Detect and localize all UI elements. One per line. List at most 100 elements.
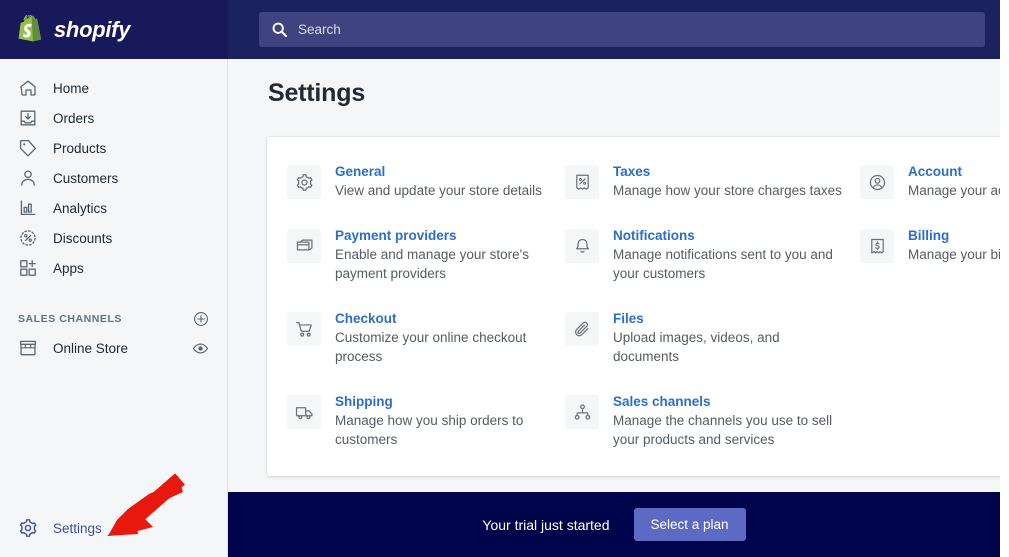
settings-item-desc: Manage how your store charges taxes xyxy=(613,183,842,198)
orders-inbox-icon xyxy=(20,110,36,126)
sidebar-item-settings[interactable]: Settings xyxy=(0,513,102,543)
settings-item-title[interactable]: Checkout xyxy=(335,311,551,326)
tag-icon xyxy=(19,139,37,157)
settings-item-body: Files Upload images, videos, and documen… xyxy=(613,311,846,366)
settings-item-body: Checkout Customize your online checkout … xyxy=(335,311,551,366)
sidebar-item-label: Analytics xyxy=(53,200,108,216)
sidebar-item-products[interactable]: Products xyxy=(0,133,227,163)
settings-item-desc: Manage how you ship orders to customers xyxy=(335,413,524,447)
icon-container xyxy=(565,312,599,346)
settings-item-body: Notifications Manage notifications sent … xyxy=(613,228,846,283)
shopify-wordmark: shopify xyxy=(54,16,131,42)
settings-item-files[interactable]: Files Upload images, videos, and documen… xyxy=(565,311,860,394)
tax-receipt-icon xyxy=(575,174,589,190)
gear-icon xyxy=(296,173,313,191)
settings-item-title[interactable]: Billing xyxy=(908,228,1000,243)
sidebar-item-analytics[interactable]: Analytics xyxy=(0,193,227,223)
settings-item-taxes[interactable]: Taxes Manage how your store charges taxe… xyxy=(565,164,860,228)
sidebar-item-label: Orders xyxy=(53,110,95,126)
storefront-icon xyxy=(19,340,37,356)
main-content: Settings General View and update your st… xyxy=(228,59,1000,492)
page-title: Settings xyxy=(268,79,366,107)
settings-item-general[interactable]: General View and update your store detai… xyxy=(287,164,565,228)
settings-item-title[interactable]: Account xyxy=(908,164,1000,179)
icon-container xyxy=(287,165,321,199)
settings-item-billing[interactable]: Billing Manage your billing information … xyxy=(860,228,1000,292)
icon-container xyxy=(287,312,321,346)
shopify-admin-window: shopify Search Home Orders Products Cust… xyxy=(0,0,1009,557)
settings-item-title[interactable]: General xyxy=(335,164,542,179)
settings-item-sales-channels[interactable]: Sales channels Manage the channels you u… xyxy=(565,394,860,476)
trial-banner: Your trial just started Select a plan xyxy=(228,492,1000,557)
settings-item-desc: Enable and manage your store's payment p… xyxy=(335,247,529,281)
shopping-cart-icon xyxy=(295,321,312,337)
settings-item-title[interactable]: Payment providers xyxy=(335,228,551,243)
settings-item-body: General View and update your store detai… xyxy=(335,164,542,200)
trial-message: Your trial just started xyxy=(482,516,610,533)
sales-channels-header: SALES CHANNELS xyxy=(0,305,227,333)
settings-item-title[interactable]: Files xyxy=(613,311,846,326)
gear-icon xyxy=(19,519,37,537)
settings-item-desc: Manage your account and permissions xyxy=(908,183,1000,198)
settings-item-desc: Manage notifications sent to you and you… xyxy=(613,247,833,281)
settings-item-title[interactable]: Taxes xyxy=(613,164,842,179)
home-icon xyxy=(20,80,36,96)
sidebar-item-label: Apps xyxy=(53,260,84,276)
settings-item-shipping[interactable]: Shipping Manage how you ship orders to c… xyxy=(287,394,565,476)
settings-item-checkout[interactable]: Checkout Customize your online checkout … xyxy=(287,311,565,394)
settings-item-body: Billing Manage your billing information … xyxy=(908,228,1000,264)
sidebar-item-label: Home xyxy=(53,80,90,96)
sidebar-item-apps[interactable]: Apps xyxy=(0,253,227,283)
top-bar: shopify Search xyxy=(0,0,1000,59)
apps-grid-plus-icon xyxy=(20,259,36,276)
sidebar-item-label: Discounts xyxy=(53,230,113,246)
bell-icon xyxy=(575,238,589,253)
settings-item-body: Payment providers Enable and manage your… xyxy=(335,228,551,283)
sidebar-item-orders[interactable]: Orders xyxy=(0,103,227,133)
settings-item-desc: Manage the channels you use to sell your… xyxy=(613,413,833,447)
settings-item-title[interactable]: Shipping xyxy=(335,394,551,409)
shopify-bag-icon xyxy=(18,15,42,42)
settings-item-desc: Customize your online checkout process xyxy=(335,330,527,364)
sidebar-item-label: Customers xyxy=(53,170,119,186)
settings-item-title[interactable]: Notifications xyxy=(613,228,846,243)
select-a-plan-button[interactable]: Select a plan xyxy=(633,508,746,541)
settings-item-desc: Upload images, videos, and documents xyxy=(613,330,780,364)
settings-card: General View and update your store detai… xyxy=(267,137,1000,476)
search-area: Search xyxy=(228,0,1000,59)
sidebar-nav: Home Orders Products Customers Analytics… xyxy=(0,59,227,283)
icon-container xyxy=(565,395,599,429)
sidebar: Home Orders Products Customers Analytics… xyxy=(0,59,228,557)
sales-channels-title: SALES CHANNELS xyxy=(18,313,122,325)
icon-container xyxy=(565,229,599,263)
credit-card-icon xyxy=(296,239,313,251)
plus-circle-icon[interactable] xyxy=(193,311,209,327)
settings-grid: General View and update your store detai… xyxy=(267,164,1000,476)
settings-item-payment-providers[interactable]: Payment providers Enable and manage your… xyxy=(287,228,565,311)
settings-item-account[interactable]: Account Manage your account and permissi… xyxy=(860,164,1000,228)
account-circle-icon xyxy=(869,174,885,190)
sidebar-item-online-store[interactable]: Online Store xyxy=(0,333,227,363)
icon-container xyxy=(287,395,321,429)
settings-item-body: Sales channels Manage the channels you u… xyxy=(613,394,846,449)
sidebar-item-home[interactable]: Home xyxy=(0,73,227,103)
sidebar-item-label: Online Store xyxy=(53,340,129,356)
person-icon xyxy=(21,170,35,186)
icon-container xyxy=(860,229,894,263)
search-input[interactable]: Search xyxy=(259,12,985,47)
sidebar-item-customers[interactable]: Customers xyxy=(0,163,227,193)
sidebar-item-label: Settings xyxy=(53,520,102,536)
icon-container xyxy=(287,229,321,263)
settings-item-notifications[interactable]: Notifications Manage notifications sent … xyxy=(565,228,860,311)
search-icon xyxy=(272,22,287,37)
icon-container xyxy=(860,165,894,199)
search-placeholder: Search xyxy=(298,22,341,37)
settings-item-title[interactable]: Sales channels xyxy=(613,394,846,409)
paperclip-icon xyxy=(574,321,588,336)
eye-icon[interactable] xyxy=(192,340,209,357)
settings-column-1: General View and update your store detai… xyxy=(287,164,565,476)
billing-receipt-icon xyxy=(870,238,884,254)
sidebar-item-discounts[interactable]: Discounts xyxy=(0,223,227,253)
shopify-logo[interactable]: shopify xyxy=(0,0,228,59)
right-gutter xyxy=(1000,0,1009,557)
